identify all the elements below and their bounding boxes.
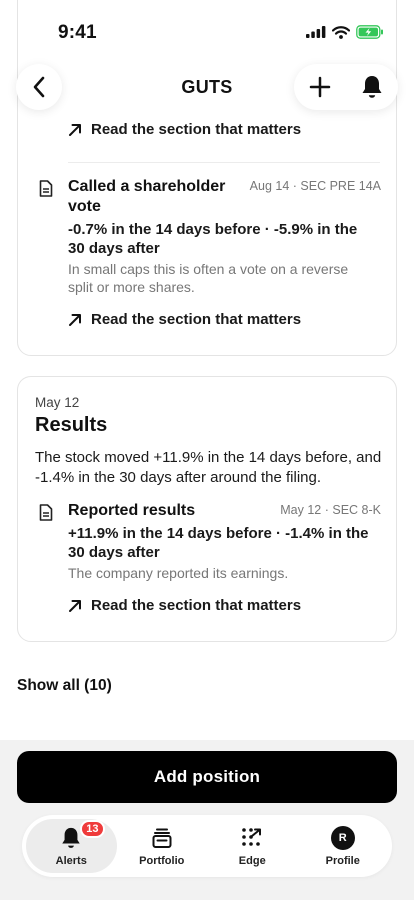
avatar: R: [330, 825, 355, 850]
edge-icon: [242, 827, 262, 846]
divider: [68, 162, 380, 163]
wifi-icon: [332, 25, 350, 39]
add-position-button[interactable]: Add position: [17, 751, 397, 803]
event-note: In small caps this is often a vote on a …: [68, 261, 349, 295]
tab-bar: 13 Alerts Portfolio Edge R Profile: [22, 815, 392, 877]
card-summary: The stock moved +11.9% in the 14 days be…: [35, 449, 382, 486]
notifications-button[interactable]: [346, 64, 398, 110]
results-card: May 12 Results The stock moved +11.9% in…: [17, 376, 397, 642]
read-section-link[interactable]: Read the section that matters: [68, 597, 301, 614]
tab-edge[interactable]: Edge: [207, 819, 298, 873]
event-note: The company reported its earnings.: [68, 565, 289, 581]
arrow-up-right-icon: [69, 313, 81, 326]
status-icons: [306, 25, 384, 39]
tab-label: Profile: [325, 854, 360, 867]
bottom-bar: Add position 13 Alerts Portfolio Edge R …: [0, 740, 414, 900]
tab-label: Alerts: [55, 854, 87, 867]
document-icon: [39, 504, 53, 521]
tab-profile[interactable]: R Profile: [298, 819, 389, 873]
alerts-badge: 13: [80, 819, 105, 838]
show-all-link[interactable]: Show all (10): [17, 677, 112, 695]
status-bar: 9:41: [0, 0, 414, 62]
event-date: Aug 14 · SEC PRE 14A: [249, 179, 381, 193]
read-section-label: Read the section that matters: [91, 311, 302, 328]
battery-icon: [356, 25, 383, 39]
plus-icon: [309, 76, 331, 98]
portfolio-icon: [152, 828, 172, 848]
card-date: May 12: [35, 395, 80, 410]
price-change: +11.9% in the 14 days before · -1.4% in …: [68, 525, 369, 561]
arrow-up-right-icon: [69, 599, 81, 612]
bell-icon: [62, 827, 80, 848]
tab-label: Edge: [238, 854, 266, 867]
arrow-up-right-icon: [69, 123, 81, 136]
tab-label: Portfolio: [139, 854, 185, 867]
tab-alerts[interactable]: 13 Alerts: [26, 819, 117, 873]
add-button[interactable]: [294, 64, 346, 110]
read-section-label: Read the section that matters: [91, 597, 302, 614]
document-icon: [39, 180, 53, 197]
bell-icon: [362, 76, 382, 98]
price-change: -0.7% in the 14 days before · -5.9% in t…: [68, 221, 358, 257]
filing-event: Reported results May 12 · SEC 8-K +11.9%…: [35, 501, 381, 591]
event-title: Reported results: [68, 502, 196, 519]
card-heading: Results: [35, 414, 108, 436]
read-section-link[interactable]: Read the section that matters: [68, 311, 301, 328]
event-date: May 12 · SEC 8-K: [280, 503, 381, 517]
header-actions: [294, 64, 398, 110]
signal-icon: [306, 26, 326, 38]
event-title: Called a shareholder vote: [68, 178, 226, 215]
top-header: GUTS: [0, 62, 414, 114]
read-section-label: Read the section that matters: [91, 121, 302, 138]
status-time: 9:41: [58, 22, 97, 43]
read-section-link[interactable]: Read the section that matters: [68, 121, 301, 138]
tab-portfolio[interactable]: Portfolio: [117, 819, 208, 873]
